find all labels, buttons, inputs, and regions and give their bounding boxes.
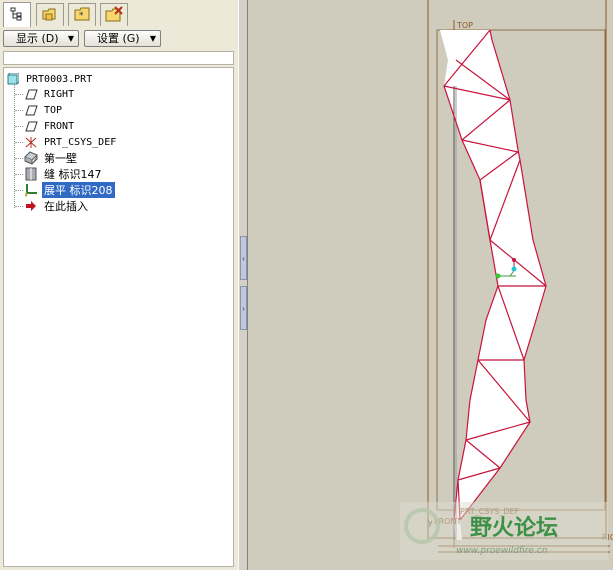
tree-filter-bar[interactable] (3, 51, 234, 65)
tree-item-insert-here[interactable]: 在此插入 (24, 198, 90, 214)
part-icon (6, 72, 20, 86)
datum-plane-icon (24, 87, 38, 101)
watermark-title: 野火论坛 (470, 515, 558, 541)
tree-connector (15, 174, 23, 175)
tree-item-front[interactable]: FRONT (24, 118, 76, 134)
graphics-viewport[interactable]: TOP 野火论坛 www.proewildfire.cn (248, 0, 613, 570)
connections-icon (104, 5, 124, 26)
unbend-feature-icon (24, 183, 38, 197)
model-tree-icon (10, 7, 24, 24)
chevron-left-icon: ‹ (242, 253, 245, 263)
chevron-down-icon: ▼ (149, 34, 156, 43)
tree-item-top[interactable]: TOP (24, 102, 64, 118)
tree-root-label: PRT0003.PRT (26, 73, 93, 85)
expand-right-button[interactable]: › (240, 286, 247, 330)
folder-browser-icon (41, 6, 59, 25)
tab-folder-browser[interactable] (36, 3, 64, 26)
tree-item-right[interactable]: RIGHT (24, 86, 76, 102)
show-menu-button[interactable]: 显示 (D) ▼ (3, 30, 79, 47)
tree-connector (15, 206, 23, 207)
rip-feature-icon (24, 167, 38, 181)
model-tree: PRT0003.PRT RIGHT TOP FRONT PRT_CSYS_DEF… (3, 67, 234, 567)
tree-item-label: FRONT (44, 120, 75, 132)
tab-connections[interactable] (100, 3, 128, 26)
collapse-left-button[interactable]: ‹ (240, 236, 247, 280)
tree-root[interactable]: PRT0003.PRT (6, 71, 94, 87)
tree-connector (15, 158, 23, 159)
first-wall-icon (24, 151, 38, 165)
tree-connector (15, 110, 23, 111)
forum-watermark: 野火论坛 www.proewildfire.cn (400, 502, 608, 560)
tree-item-label: TOP (44, 104, 63, 116)
tree-connector (15, 190, 23, 191)
tree-connector (15, 126, 23, 127)
tree-item-label: 第一壁 (44, 152, 77, 165)
navigator-tabs: * (0, 0, 238, 28)
tab-favorites[interactable]: * (68, 3, 96, 26)
svg-text:*: * (79, 11, 84, 21)
panel-splitter[interactable]: ‹ › (238, 0, 248, 570)
tree-item-label: 在此插入 (44, 200, 88, 213)
tree-item-label: 缝 标识147 (44, 168, 102, 181)
show-menu-label: 显示 (D) (16, 32, 59, 45)
tree-item-csys[interactable]: PRT_CSYS_DEF (24, 134, 118, 150)
tree-connector (15, 142, 23, 143)
settings-menu-label: 设置 (G) (97, 32, 140, 45)
watermark-url: www.proewildfire.cn (456, 546, 548, 556)
tree-connector (15, 94, 23, 95)
tree-item-label: PRT_CSYS_DEF (44, 136, 117, 148)
navigator-menubar: 显示 (D) ▼ 设置 (G) ▼ (0, 28, 238, 50)
chevron-right-icon: › (242, 303, 245, 313)
flattened-part[interactable] (440, 29, 547, 540)
datum-label-top[interactable]: TOP (456, 21, 473, 30)
insert-here-arrow-icon (24, 199, 38, 213)
tree-item-label: RIGHT (44, 88, 75, 100)
tree-item-rip[interactable]: 缝 标识147 (24, 166, 104, 182)
favorites-icon: * (73, 6, 91, 25)
coordinate-system-icon (24, 135, 38, 149)
navigator-panel: * 显示 (D) ▼ 设置 (G) ▼ PRT0003.PRT RIGHT TO… (0, 0, 238, 570)
tree-item-label: 展平 标识208 (42, 182, 115, 198)
chevron-down-icon: ▼ (67, 34, 74, 43)
tab-model-tree[interactable] (3, 2, 31, 27)
tree-item-unbend[interactable]: 展平 标识208 (24, 182, 115, 198)
datum-plane-icon (24, 119, 38, 133)
settings-menu-button[interactable]: 设置 (G) ▼ (84, 30, 161, 47)
datum-plane-icon (24, 103, 38, 117)
tree-item-first-wall[interactable]: 第一壁 (24, 150, 79, 166)
